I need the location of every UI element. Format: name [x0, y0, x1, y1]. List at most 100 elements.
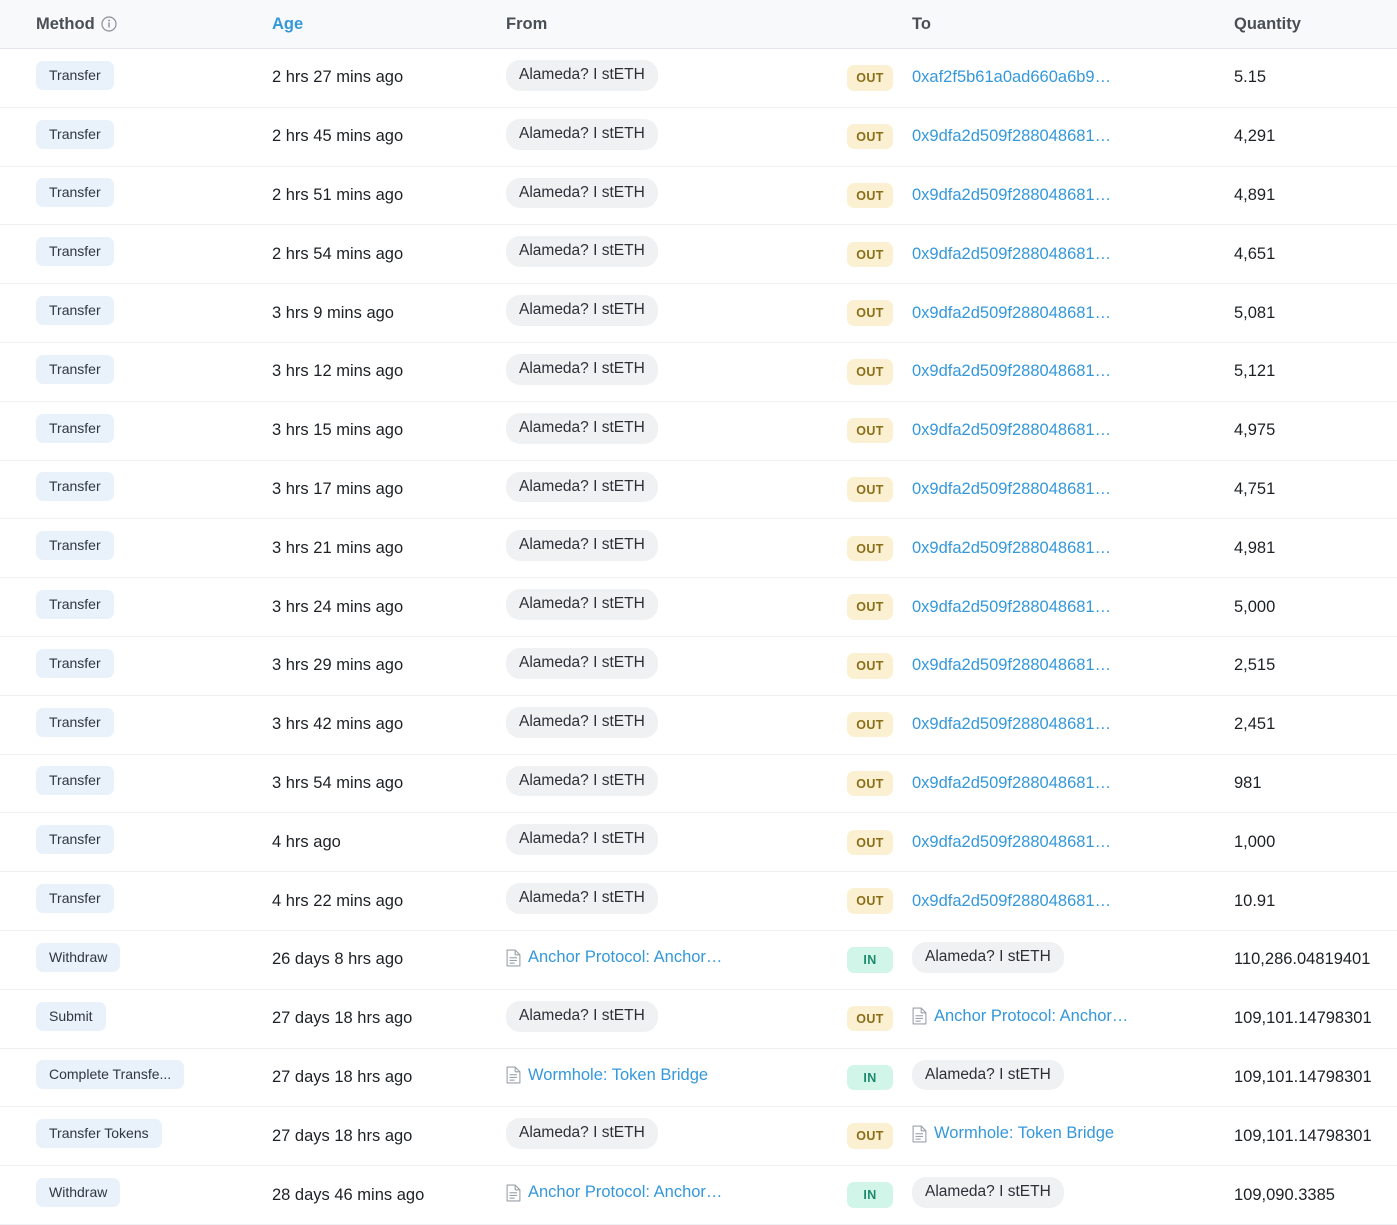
to-address-link[interactable]: 0x9dfa2d509f288048681… — [912, 421, 1111, 440]
cell-age: 28 days 46 mins ago — [272, 1165, 506, 1225]
table-row[interactable]: Transfer 3 hrs 15 mins ago Alameda? I stET… — [0, 401, 1397, 461]
to-address-link[interactable]: 0xaf2f5b61a0ad660a6b9… — [912, 68, 1111, 87]
to-address-link[interactable]: 0x9dfa2d509f288048681… — [912, 656, 1111, 675]
from-entity-pill[interactable]: Alameda? I stETH — [506, 471, 658, 503]
to-address-link[interactable]: 0x9dfa2d509f288048681… — [912, 127, 1111, 146]
method-badge[interactable]: Transfer — [36, 531, 114, 561]
info-icon[interactable] — [101, 16, 117, 32]
table-row[interactable]: Transfer 3 hrs 17 mins ago Alameda? I stET… — [0, 460, 1397, 520]
to-entity-pill[interactable]: Alameda? I stETH — [912, 941, 1064, 973]
method-badge[interactable]: Transfer — [36, 237, 114, 267]
from-contract-link[interactable]: Anchor Protocol: Anchor… — [506, 1183, 722, 1202]
cell-direction: OUT — [828, 107, 912, 167]
from-entity-pill[interactable]: Alameda? I stETH — [506, 118, 658, 150]
column-header-age[interactable]: Age — [272, 0, 506, 49]
from-entity-pill[interactable]: Alameda? I stETH — [506, 765, 658, 797]
table-row[interactable]: Transfer 3 hrs 24 mins ago Alameda? I stET… — [0, 577, 1397, 637]
from-entity-pill[interactable]: Alameda? I stETH — [506, 530, 658, 562]
table-row[interactable]: Transfer 3 hrs 12 mins ago Alameda? I stET… — [0, 342, 1397, 402]
column-header-to-label: To — [912, 14, 931, 33]
method-badge[interactable]: Transfer — [36, 590, 114, 620]
from-entity-pill[interactable]: Alameda? I stETH — [506, 1118, 658, 1150]
to-address-link[interactable]: 0x9dfa2d509f288048681… — [912, 186, 1111, 205]
table-row[interactable]: Transfer 3 hrs 42 mins ago Alameda? I stET… — [0, 695, 1397, 755]
cell-quantity: 5,000 — [1234, 577, 1397, 637]
age-text: 4 hrs ago — [272, 832, 341, 851]
table-row[interactable]: Transfer 4 hrs ago Alameda? I stETH OUT 0x9d… — [0, 812, 1397, 873]
to-address-link[interactable]: 0x9dfa2d509f288048681… — [912, 480, 1111, 499]
table-row[interactable]: Transfer 3 hrs 9 mins ago Alameda? I stETH… — [0, 283, 1397, 343]
to-address-link[interactable]: 0x9dfa2d509f288048681… — [912, 833, 1111, 852]
to-entity-pill[interactable]: Alameda? I stETH — [912, 1059, 1064, 1091]
method-badge[interactable]: Transfer Tokens — [36, 1119, 162, 1149]
method-badge[interactable]: Transfer — [36, 707, 114, 737]
to-address-link[interactable]: 0x9dfa2d509f288048681… — [912, 774, 1111, 793]
from-entity-pill[interactable]: Alameda? I stETH — [506, 177, 658, 209]
method-badge[interactable]: Transfer — [36, 413, 114, 443]
table-row[interactable]: Transfer 2 hrs 45 mins ago Alameda? I stET… — [0, 107, 1397, 167]
table-row[interactable]: Withdraw 26 days 8 hrs ago Anchor Protocol… — [0, 930, 1397, 990]
cell-age: 3 hrs 12 mins ago — [272, 342, 506, 402]
cell-from: Wormhole: Token Bridge — [506, 1048, 828, 1108]
from-entity-pill[interactable]: Alameda? I stETH — [506, 295, 658, 326]
cell-to: 0x9dfa2d509f288048681… — [912, 577, 1234, 637]
table-row[interactable]: Withdraw 28 days 46 mins ago Anchor Protoc… — [0, 1165, 1397, 1225]
from-contract-link[interactable]: Anchor Protocol: Anchor… — [506, 948, 722, 967]
from-entity-pill[interactable]: Alameda? I stETH — [506, 412, 658, 444]
from-entity-pill[interactable]: Alameda? I stETH — [506, 647, 658, 679]
method-badge[interactable]: Transfer — [36, 648, 114, 678]
method-badge[interactable]: Transfer — [36, 472, 114, 502]
to-address-link[interactable]: 0x9dfa2d509f288048681… — [912, 598, 1111, 617]
from-entity-pill[interactable]: Alameda? I stETH — [506, 706, 658, 738]
from-entity-pill[interactable]: Alameda? I stETH — [506, 824, 658, 856]
to-address-link[interactable]: 0x9dfa2d509f288048681… — [912, 362, 1111, 381]
table-row[interactable]: Transfer 2 hrs 54 mins ago Alameda? I stET… — [0, 224, 1397, 285]
cell-quantity: 5,121 — [1234, 342, 1397, 402]
method-badge[interactable]: Complete Transfe... — [36, 1060, 185, 1090]
method-badge[interactable]: Transfer — [36, 178, 114, 208]
to-contract-label: Wormhole: Token Bridge — [934, 1124, 1115, 1143]
method-badge[interactable]: Transfer — [36, 119, 114, 149]
table-row[interactable]: Transfer 3 hrs 21 mins ago Alameda? I stET… — [0, 518, 1397, 579]
to-address-link[interactable]: 0x9dfa2d509f288048681… — [912, 539, 1111, 558]
method-badge[interactable]: Withdraw — [36, 1178, 121, 1208]
method-badge[interactable]: Transfer — [36, 60, 114, 90]
from-entity-pill[interactable]: Alameda? I stETH — [506, 883, 658, 914]
from-entity-pill[interactable]: Alameda? I stETH — [506, 1000, 658, 1032]
table-row[interactable]: Transfer 3 hrs 54 mins ago Alameda? I stET… — [0, 754, 1397, 814]
table-row[interactable]: Complete Transfe... 27 days 18 hrs ago Wor… — [0, 1048, 1397, 1108]
column-header-quantity[interactable]: Quantity — [1234, 0, 1397, 49]
table-row[interactable]: Submit 27 days 18 hrs ago Alameda? I stETH… — [0, 989, 1397, 1049]
from-entity-pill[interactable]: Alameda? I stETH — [506, 59, 658, 91]
table-row[interactable]: Transfer 2 hrs 27 mins ago Alameda? I stET… — [0, 48, 1397, 108]
table-row[interactable]: Transfer Tokens 27 days 18 hrs ago Alameda… — [0, 1106, 1397, 1167]
to-contract-link[interactable]: Anchor Protocol: Anchor… — [912, 1007, 1128, 1026]
cell-age: 3 hrs 29 mins ago — [272, 636, 506, 696]
table-row[interactable]: Transfer 4 hrs 22 mins ago Alameda? I stET… — [0, 871, 1397, 931]
method-badge[interactable]: Transfer — [36, 884, 114, 914]
method-badge[interactable]: Transfer — [36, 296, 114, 326]
to-address-link[interactable]: 0x9dfa2d509f288048681… — [912, 304, 1111, 323]
to-address-link[interactable]: 0x9dfa2d509f288048681… — [912, 892, 1111, 911]
table-row[interactable]: Transfer 3 hrs 29 mins ago Alameda? I stET… — [0, 636, 1397, 696]
column-header-to[interactable]: To — [912, 0, 1234, 49]
table-row[interactable]: Transfer 2 hrs 51 mins ago Alameda? I stET… — [0, 166, 1397, 226]
to-contract-link[interactable]: Wormhole: Token Bridge — [912, 1124, 1114, 1143]
from-entity-pill[interactable]: Alameda? I stETH — [506, 589, 658, 620]
from-entity-pill[interactable]: Alameda? I stETH — [506, 236, 658, 268]
to-address-link[interactable]: 0x9dfa2d509f288048681… — [912, 715, 1111, 734]
to-address-link[interactable]: 0x9dfa2d509f288048681… — [912, 245, 1111, 264]
from-contract-link[interactable]: Wormhole: Token Bridge — [506, 1066, 708, 1085]
method-badge[interactable]: Transfer — [36, 766, 114, 796]
to-entity-pill[interactable]: Alameda? I stETH — [912, 1177, 1064, 1208]
column-header-from[interactable]: From — [506, 0, 828, 49]
cell-method: Transfer — [0, 401, 272, 461]
method-badge[interactable]: Withdraw — [36, 942, 121, 972]
method-badge[interactable]: Transfer — [36, 825, 114, 855]
method-badge[interactable]: Transfer — [36, 354, 114, 384]
from-entity-pill[interactable]: Alameda? I stETH — [506, 353, 658, 385]
column-header-method[interactable]: Method — [0, 0, 272, 49]
method-badge[interactable]: Submit — [36, 1001, 106, 1031]
cell-method: Transfer — [0, 107, 272, 167]
cell-quantity: 4,981 — [1234, 518, 1397, 579]
